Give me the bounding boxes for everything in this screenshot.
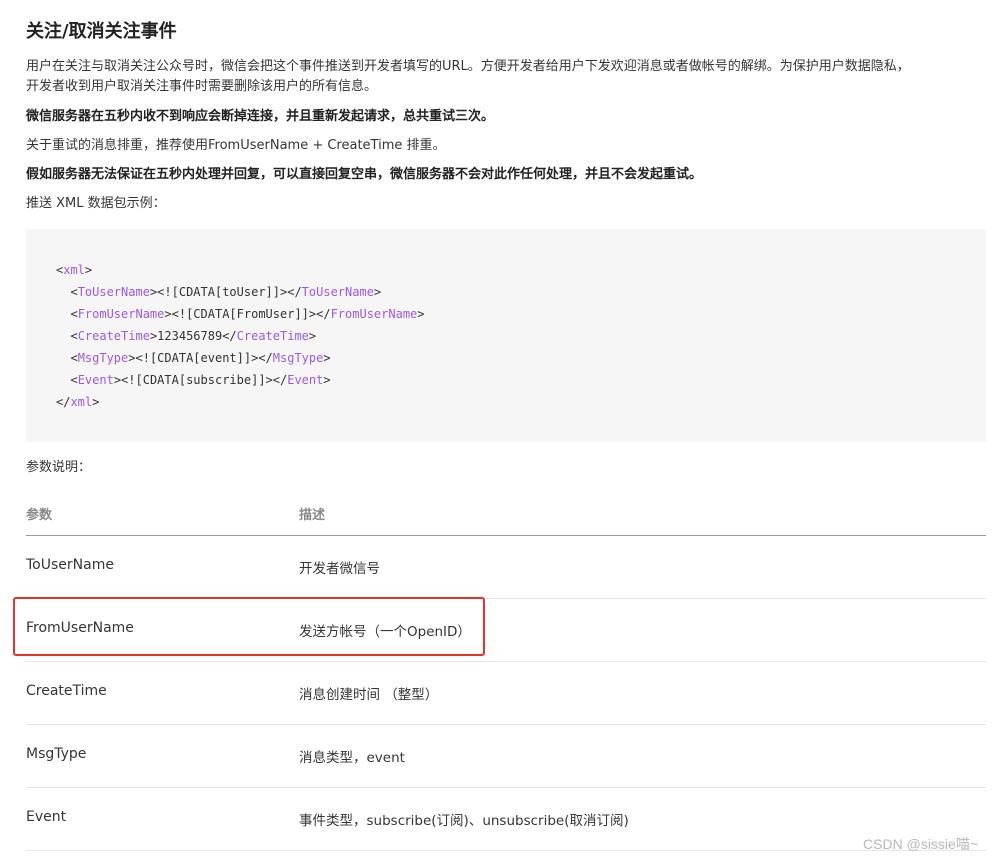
code-tag-name: ToUserName: [301, 285, 374, 299]
params-table: 参数 描述 ToUserName 开发者微信号 FromUserName 发送方…: [26, 494, 986, 851]
code-tag-name: CreateTime: [236, 329, 309, 343]
intro-paragraph-line1: 用户在关注与取消关注公众号时，微信会把这个事件推送到开发者填写的URL。方便开发…: [26, 59, 910, 74]
code-punct: </: [222, 329, 237, 343]
code-line: <Event><![CDATA[subscribe]]></Event>: [56, 369, 425, 391]
code-punct: <: [70, 373, 78, 387]
code-tag-name: ToUserName: [77, 285, 150, 299]
watermark: CSDN @sissie喵~: [863, 836, 978, 852]
code-punct: >: [308, 329, 317, 343]
code-punct: </: [272, 373, 288, 387]
table-row: MsgType 消息类型，event: [26, 725, 986, 788]
code-punct: >: [92, 395, 100, 409]
code-punct: </: [258, 351, 273, 365]
header-param: 参数: [26, 508, 53, 523]
param-name: Event: [26, 809, 67, 825]
param-name: FromUserName: [26, 620, 134, 636]
retry-warning: 微信服务器在五秒内收不到响应会断掉连接，并且重新发起请求，总共重试三次。: [26, 109, 495, 124]
xml-code: <xml> <ToUserName><![CDATA[toUser]]></To…: [56, 259, 425, 413]
code-tag-name: Event: [287, 373, 324, 387]
code-tag-name: CreateTime: [77, 329, 150, 343]
code-tag-name: xml: [63, 263, 85, 277]
code-content: <![CDATA[toUser]]>: [157, 285, 288, 299]
param-desc: 发送方帐号（一个OpenID）: [299, 624, 471, 640]
code-punct: >: [113, 373, 122, 387]
header-desc: 描述: [299, 508, 326, 523]
param-name: ToUserName: [26, 557, 114, 573]
no-retry-note: 假如服务器无法保证在五秒内处理并回复，可以直接回复空串，微信服务器不会对此作任何…: [26, 167, 703, 182]
code-content: 123456789: [157, 329, 223, 343]
table-row: FromUserName 发送方帐号（一个OpenID）: [26, 599, 986, 662]
xml-example-label: 推送 XML 数据包示例：: [26, 196, 166, 211]
param-desc: 事件类型，subscribe(订阅)、unsubscribe(取消订阅): [299, 813, 629, 829]
code-punct: >: [128, 351, 136, 365]
params-label: 参数说明：: [26, 460, 92, 475]
code-tag-name: MsgType: [272, 351, 324, 365]
code-line: </xml>: [56, 391, 425, 413]
code-line: <MsgType><![CDATA[event]]></MsgType>: [56, 347, 425, 369]
code-tag-name: FromUserName: [77, 307, 165, 321]
code-punct: >: [323, 351, 331, 365]
code-line: <FromUserName><![CDATA[FromUser]]></From…: [56, 303, 425, 325]
page-title: 关注/取消关注事件: [26, 21, 177, 42]
code-line: <xml>: [56, 259, 425, 281]
code-tag-name: FromUserName: [330, 307, 418, 321]
intro-paragraph-line2: 开发者收到用户取消关注事件时需要删除该用户的所有信息。: [26, 79, 378, 94]
code-tag-name: Event: [77, 373, 114, 387]
param-desc: 消息创建时间 （整型）: [299, 687, 439, 703]
code-punct: >: [323, 373, 331, 387]
table-row: Event 事件类型，subscribe(订阅)、unsubscribe(取消订…: [26, 788, 986, 851]
dedupe-note: 关于重试的消息排重，推荐使用FromUserName + CreateTime …: [26, 138, 446, 153]
param-desc: 消息类型，event: [299, 750, 405, 766]
param-name: MsgType: [26, 746, 87, 762]
code-line: <CreateTime>123456789</CreateTime>: [56, 325, 425, 347]
param-desc: 开发者微信号: [299, 561, 380, 577]
code-tag-name: xml: [70, 395, 93, 409]
code-punct: >: [417, 307, 425, 321]
code-punct: </: [56, 395, 71, 409]
table-header: 参数 描述: [26, 494, 986, 536]
table-row: CreateTime 消息创建时间 （整型）: [26, 662, 986, 725]
code-punct: >: [164, 307, 172, 321]
code-content: <![CDATA[event]]>: [135, 351, 259, 365]
code-content: <![CDATA[subscribe]]>: [121, 373, 273, 387]
code-content: <![CDATA[FromUser]]>: [171, 307, 317, 321]
code-punct: </: [287, 285, 302, 299]
code-punct: <: [70, 329, 78, 343]
param-name: CreateTime: [26, 683, 107, 699]
xml-code-block: <xml> <ToUserName><![CDATA[toUser]]></To…: [26, 229, 986, 442]
code-punct: <: [70, 285, 78, 299]
table-row: ToUserName 开发者微信号: [26, 536, 986, 599]
code-line: <ToUserName><![CDATA[toUser]]></ToUserNa…: [56, 281, 425, 303]
code-punct: </: [316, 307, 331, 321]
code-punct: >: [84, 263, 93, 277]
code-punct: <: [70, 307, 78, 321]
code-punct: <: [70, 351, 78, 365]
code-punct: >: [373, 285, 382, 299]
code-tag-name: MsgType: [77, 351, 129, 365]
